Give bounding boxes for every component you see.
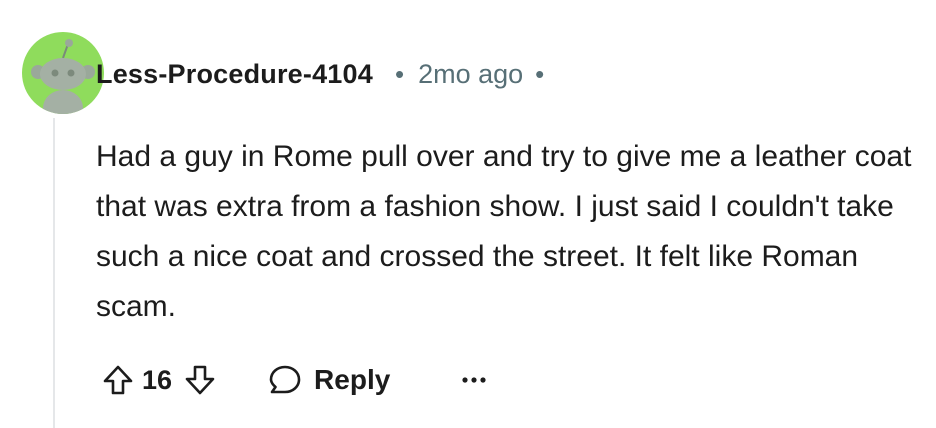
reply-label: Reply (314, 364, 391, 395)
upvote-arrow-icon (103, 365, 133, 395)
more-options-button[interactable] (452, 358, 496, 402)
comment-header: Less-Procedure-4104 • 2mo ago • (96, 52, 544, 96)
avatar[interactable] (22, 32, 104, 114)
comment-body: Had a guy in Rome pull over and try to g… (96, 140, 912, 323)
reply-button[interactable]: Reply (268, 364, 390, 396)
comment-actions: 16 Reply (96, 352, 496, 408)
separator-dot: • (394, 58, 405, 89)
downvote-button[interactable] (178, 358, 222, 402)
downvote-arrow-icon (185, 365, 215, 395)
thread-line[interactable] (53, 118, 55, 428)
separator-dot-trailing: • (535, 58, 545, 89)
username-link[interactable]: Less-Procedure-4104 (96, 59, 373, 90)
vote-score: 16 (142, 364, 173, 395)
timestamp[interactable]: 2mo ago (418, 59, 523, 90)
ellipsis-icon (462, 377, 486, 383)
snoo-avatar-icon (31, 39, 95, 114)
upvote-button[interactable] (96, 358, 140, 402)
comment-card: Less-Procedure-4104 • 2mo ago • Had a gu… (0, 0, 936, 428)
speech-bubble-icon (269, 365, 301, 394)
